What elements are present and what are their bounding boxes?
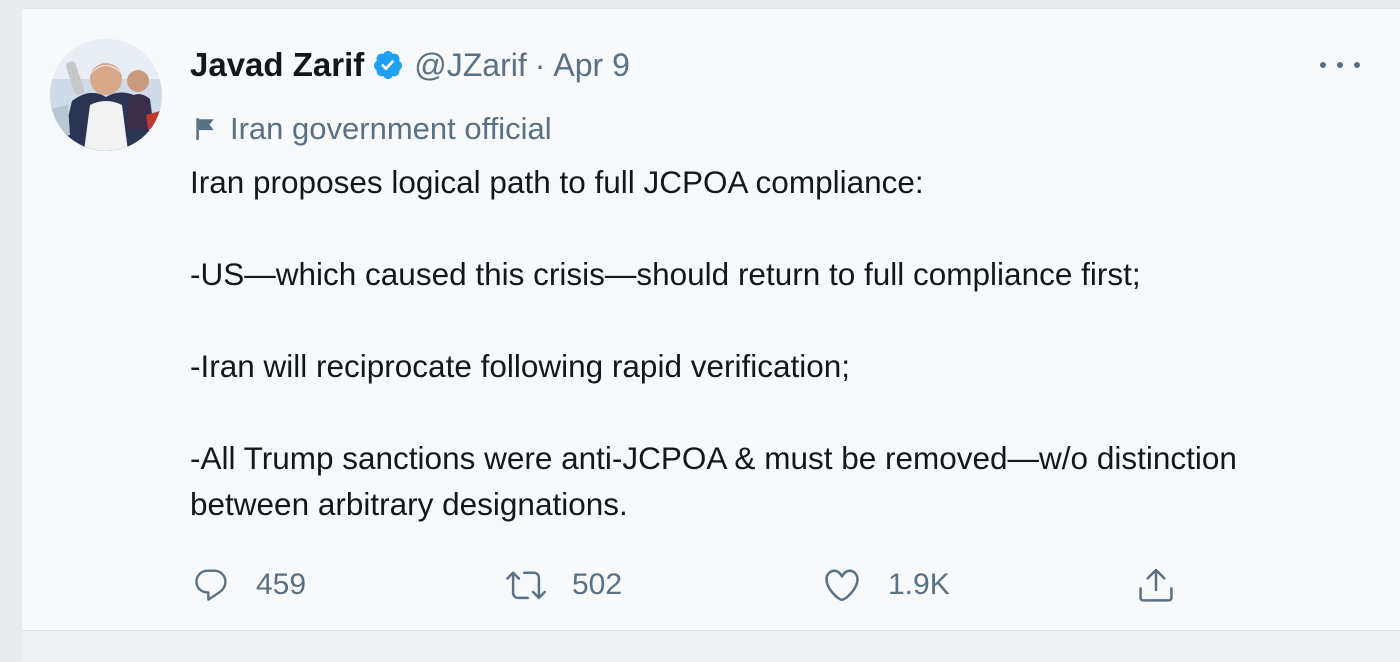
account-label[interactable]: Iran government official <box>192 107 552 151</box>
flag-icon <box>192 116 218 142</box>
retweet-count: 502 <box>572 568 623 601</box>
like-count: 1.9K <box>888 568 950 601</box>
avatar[interactable] <box>50 39 162 151</box>
separator-dot: · <box>534 46 546 83</box>
tweet-text: Iran proposes logical path to full JCPOA… <box>190 159 1340 527</box>
tweet-card[interactable]: Javad Zarif @JZarif · Apr 9 Iran governm… <box>22 8 1400 630</box>
tweet-paragraph: Iran proposes logical path to full JCPOA… <box>190 164 924 200</box>
tweet-paragraph: -All Trump sanctions were anti-JCPOA & m… <box>190 440 1237 522</box>
share-button[interactable] <box>1136 557 1176 613</box>
share-icon <box>1136 565 1176 605</box>
tweet-date[interactable]: Apr 9 <box>553 47 629 84</box>
retweet-icon <box>506 565 546 605</box>
account-label-text: Iran government official <box>230 111 552 146</box>
display-name[interactable]: Javad Zarif <box>190 46 364 84</box>
verified-badge-icon <box>372 49 404 81</box>
more-options-icon[interactable] <box>1320 59 1360 71</box>
reply-icon <box>192 566 230 604</box>
tweet-paragraph: -Iran will reciprocate following rapid v… <box>190 348 851 384</box>
next-item-divider <box>22 630 1400 662</box>
tweet-paragraph: -US—which caused this crisis—should retu… <box>190 256 1141 292</box>
reply-count: 459 <box>256 568 307 601</box>
heart-icon <box>822 565 862 605</box>
handle[interactable]: @JZarif <box>414 47 526 84</box>
tweet-header: Javad Zarif @JZarif · Apr 9 <box>190 43 630 87</box>
tweet-actions: 459 502 1.9K <box>190 557 1190 613</box>
retweet-button[interactable]: 502 <box>506 557 622 613</box>
reply-button[interactable]: 459 <box>192 557 306 613</box>
like-button[interactable]: 1.9K <box>822 557 950 613</box>
